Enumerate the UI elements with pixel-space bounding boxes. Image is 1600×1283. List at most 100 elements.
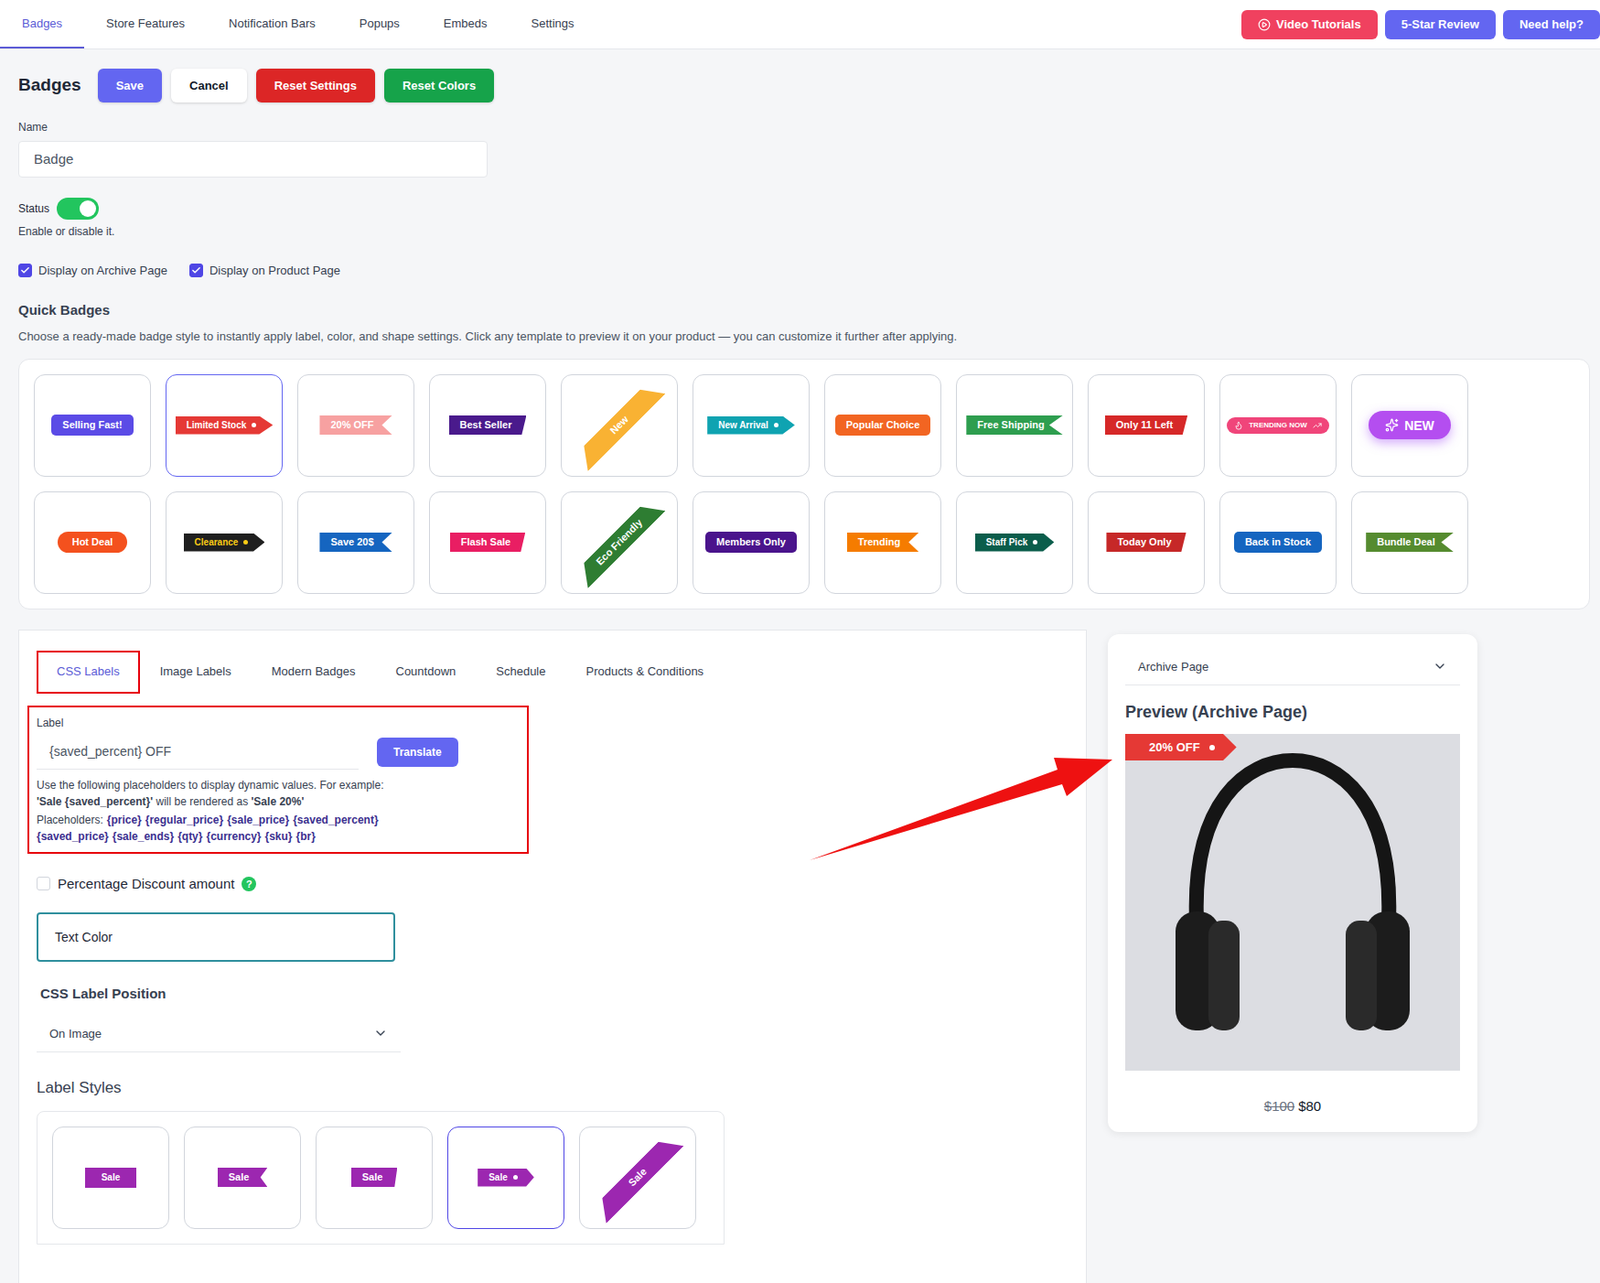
badge-shape: Free Shipping <box>966 415 1063 435</box>
nav-tab[interactable]: Notification Bars <box>206 0 338 49</box>
label-style-card[interactable]: Sale <box>183 1126 301 1229</box>
translate-button[interactable]: Translate <box>376 737 459 767</box>
label-style-card[interactable]: Sale <box>315 1126 433 1229</box>
quick-badge-card[interactable]: Selling Fast! <box>33 374 151 477</box>
badge-dot <box>243 539 248 545</box>
label-help: Use the following placeholders to displa… <box>36 776 520 845</box>
quick-badge-card[interactable]: Hot Deal <box>33 491 151 594</box>
badge-shape: Sale <box>590 1130 684 1224</box>
header-button[interactable]: Save <box>97 68 162 103</box>
label-style-card[interactable]: Sale <box>447 1126 565 1229</box>
chevron-down-icon <box>1432 658 1448 674</box>
quick-badge-card[interactable]: Staff Pick <box>955 491 1074 594</box>
nav-tab[interactable]: Embeds <box>421 0 510 49</box>
label-style-card[interactable]: Sale <box>579 1126 697 1229</box>
badge-shape: TRENDING NOW <box>1226 417 1330 434</box>
page-title: Badges <box>18 72 82 99</box>
nav-action-button[interactable]: Need help? <box>1503 10 1600 40</box>
quick-badge-card[interactable]: Trending <box>824 491 942 594</box>
preview-badge: 20% OFF <box>1125 733 1237 761</box>
quick-badge-card[interactable]: Save 20$ <box>297 491 415 594</box>
editor-tab[interactable]: Image Labels <box>139 650 252 694</box>
badge-shape: Bundle Deal <box>1365 532 1454 552</box>
badge-shape: Sale <box>477 1168 535 1187</box>
nav-tab[interactable]: Badges <box>0 0 85 49</box>
quick-badge-card[interactable]: Best Seller <box>429 374 547 477</box>
top-nav: BadgesStore FeaturesNotification BarsPop… <box>0 0 1600 50</box>
display-option[interactable]: Display on Product Page <box>189 261 341 280</box>
name-input[interactable]: Badge <box>18 140 488 178</box>
nav-tab[interactable]: Popups <box>337 0 422 49</box>
placeholder-token: {sale_ends} <box>112 827 174 845</box>
label-style-card[interactable]: Sale <box>52 1126 170 1229</box>
placeholder-token: {regular_price} <box>145 811 224 828</box>
placeholder-token: {currency} <box>205 827 261 845</box>
preview-page-select[interactable]: Archive Page <box>1125 648 1461 687</box>
quick-badge-card[interactable]: Back in Stock <box>1219 491 1337 594</box>
editor-tab[interactable]: CSS Labels <box>36 650 140 694</box>
quick-badge-card[interactable]: Today Only <box>1087 491 1205 594</box>
quick-badge-card[interactable]: New Arrival <box>692 374 810 477</box>
quick-badges-title: Quick Badges <box>18 300 1582 322</box>
quick-badge-card[interactable]: New <box>560 374 678 477</box>
badge-shape: Sale <box>351 1167 398 1187</box>
quick-badge-card[interactable]: TRENDING NOW <box>1219 374 1337 477</box>
label-input[interactable]: {saved_percent} OFF <box>36 734 359 770</box>
badge-shape: Only 11 Left <box>1105 415 1188 435</box>
page-header: Badges Save Cancel Reset SettingsReset Colo… <box>18 68 1582 103</box>
sale-price: $80 <box>1298 1095 1321 1117</box>
badge-shape: Best Seller <box>449 415 527 435</box>
percentage-discount[interactable]: Percentage Discount amount? <box>36 873 1069 895</box>
quick-badge-card[interactable]: Free Shipping <box>955 374 1074 477</box>
quick-badge-card[interactable]: Eco Friendly <box>560 491 678 594</box>
editor-tab[interactable]: Products & Conditions <box>566 650 725 694</box>
badge-shape: Staff Pick <box>975 533 1055 552</box>
header-button[interactable]: Cancel <box>171 68 247 103</box>
editor-tabs: CSS LabelsImage LabelsModern BadgesCount… <box>36 650 1069 694</box>
quick-badges-description: Choose a ready-made badge style to insta… <box>18 327 1582 346</box>
label-title: Label <box>36 714 520 731</box>
quick-badge-card[interactable]: Limited Stock <box>165 374 283 477</box>
text-color-field[interactable]: Text Color <box>36 912 396 962</box>
preview-panel: Archive PagePreview (Archive Page)20% OF… <box>1107 633 1478 1132</box>
headphones-icon <box>1155 746 1430 1058</box>
checkbox[interactable] <box>36 876 51 891</box>
nav-action-button[interactable]: 5-Star Review <box>1385 10 1496 40</box>
editor-tab[interactable]: Modern Badges <box>251 650 376 694</box>
badge-shape: Flash Sale <box>450 532 526 552</box>
help-icon[interactable]: ? <box>241 876 257 892</box>
badge-shape: New <box>572 378 666 472</box>
checkbox[interactable] <box>18 263 33 278</box>
badge-shape: Limited Stock <box>175 416 274 435</box>
quick-badge-card[interactable]: NEW <box>1351 374 1469 477</box>
editor-tab[interactable]: Schedule <box>475 650 566 694</box>
header-button[interactable]: Reset Settings <box>256 68 376 103</box>
quick-badge-card[interactable]: Only 11 Left <box>1087 374 1205 477</box>
status-toggle[interactable] <box>56 197 99 220</box>
nav-tab[interactable]: Store Features <box>84 0 207 49</box>
position-select[interactable]: On Image <box>36 1015 401 1053</box>
quick-badge-card[interactable]: Popular Choice <box>824 374 942 477</box>
nav-tab[interactable]: Settings <box>509 0 597 49</box>
quick-badge-card[interactable]: Clearance <box>165 491 283 594</box>
placeholder-token: {saved_price} <box>36 827 109 845</box>
editor-tab[interactable]: Countdown <box>375 650 477 694</box>
placeholder-token: {br} <box>296 827 316 845</box>
badge-shape: Save 20$ <box>319 532 392 552</box>
badge-shape: Sale <box>85 1167 138 1188</box>
quick-badge-card[interactable]: Members Only <box>692 491 810 594</box>
header-button[interactable]: Reset Colors <box>384 68 494 103</box>
label-styles-title: Label Styles <box>36 1075 1069 1100</box>
quick-badge-card[interactable]: Bundle Deal <box>1351 491 1469 594</box>
quick-badge-card[interactable]: 20% OFF <box>297 374 415 477</box>
nav-action-button[interactable]: Video Tutorials <box>1241 10 1378 40</box>
badge-shape: Eco Friendly <box>572 495 666 589</box>
quick-badges-panel: Selling Fast! Limited Stock 20% OFF Best Se… <box>18 358 1590 610</box>
badge-shape: New Arrival <box>707 416 795 435</box>
app: BadgesStore FeaturesNotification BarsPop… <box>0 0 1600 1283</box>
name-label: Name <box>18 118 1582 136</box>
editor-panel: CSS LabelsImage LabelsModern BadgesCount… <box>18 629 1087 1283</box>
quick-badge-card[interactable]: Flash Sale <box>429 491 547 594</box>
checkbox[interactable] <box>189 263 204 278</box>
display-option[interactable]: Display on Archive Page <box>18 261 168 280</box>
